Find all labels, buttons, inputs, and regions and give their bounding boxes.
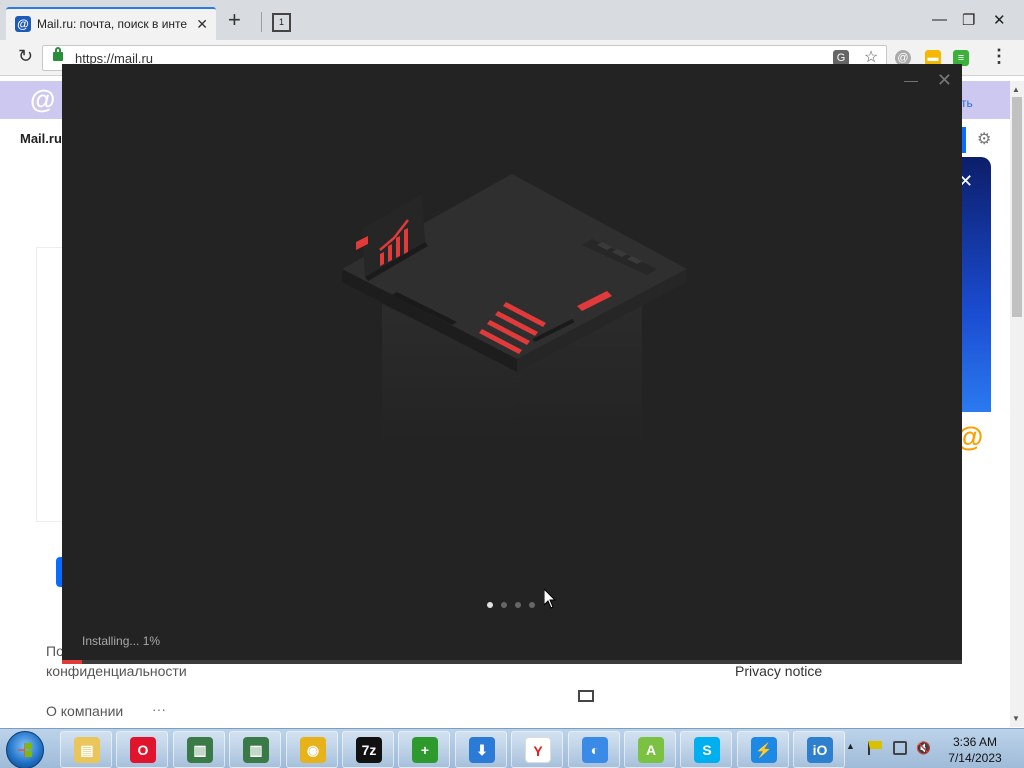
taskbar-button-chrome[interactable]: ◉: [286, 731, 338, 768]
taskbar-button-android[interactable]: A: [624, 731, 676, 768]
privacy-notice-link[interactable]: Privacy notice: [735, 663, 822, 679]
start-button[interactable]: [6, 731, 44, 768]
network-tray-icon[interactable]: [893, 741, 907, 755]
taskbar-button-skype[interactable]: S: [680, 731, 732, 768]
taskbar: ▤ O ▥ ▥ ◉ 7z + ⬇ Y ◐ A S ⚡ iO ▲ 🔇 3:36 AM 7/14/2023: [0, 728, 1024, 768]
file-explorer-icon: ▤: [74, 737, 100, 763]
page-brand-link[interactable]: Mail.ru: [20, 131, 62, 146]
chrome-icon: ◉: [300, 737, 326, 763]
scroll-down-arrow-icon[interactable]: ▼: [1012, 714, 1020, 723]
taskbar-button-yandex[interactable]: Y: [511, 731, 563, 768]
window-app-icon-2: ▥: [243, 737, 269, 763]
mail-logo-icon[interactable]: @: [30, 84, 55, 115]
window-minimize-button[interactable]: —: [932, 11, 947, 28]
scroll-up-arrow-icon[interactable]: ▲: [1012, 85, 1020, 94]
clock-time: 3:36 AM: [952, 735, 998, 749]
taskbar-button-add-app[interactable]: +: [398, 731, 450, 768]
tab-close-icon[interactable]: ✕: [196, 16, 208, 33]
taskbar-button-browser[interactable]: ◐: [568, 731, 620, 768]
reload-icon[interactable]: ↻: [18, 46, 33, 67]
mouse-cursor-icon: [544, 589, 556, 609]
browser-tab-strip: @ Mail.ru: почта, поиск в инте ✕ + 1 — ❐…: [0, 0, 1024, 40]
window-app-icon: ▥: [187, 737, 213, 763]
mail-favicon-icon: @: [15, 16, 31, 32]
window-close-button[interactable]: ✕: [993, 11, 1006, 29]
download-icon: ⬇: [469, 737, 495, 763]
install-progress-bar: [62, 660, 962, 664]
install-progress-fill: [62, 660, 82, 664]
page-settings-gear-icon[interactable]: ⚙: [977, 129, 991, 149]
slide-dot[interactable]: [529, 602, 535, 608]
qr-code-icon[interactable]: [578, 690, 594, 702]
volume-muted-tray-icon[interactable]: 🔇: [916, 741, 931, 755]
browser-tab[interactable]: @ Mail.ru: почта, поиск в инте ✕: [6, 7, 216, 40]
slide-dot[interactable]: [501, 602, 507, 608]
slide-dot[interactable]: [515, 602, 521, 608]
slide-pager: [487, 602, 535, 608]
bolt-icon: ⚡: [751, 737, 777, 763]
tab-separator: [261, 12, 262, 32]
installer-illustration: [342, 174, 687, 444]
taskbar-button-7zip[interactable]: 7z: [342, 731, 394, 768]
tray-expand-icon[interactable]: ▲: [846, 741, 855, 751]
tab-title: Mail.ru: почта, поиск в инте: [37, 17, 188, 31]
taskbar-button-window-app[interactable]: ▥: [173, 731, 225, 768]
new-tab-button[interactable]: +: [228, 9, 241, 31]
taskbar-clock[interactable]: 3:36 AM 7/14/2023: [935, 734, 1015, 766]
taskbar-button-window-app-icon-2[interactable]: ▥: [229, 731, 281, 768]
taskbar-button-file-explorer[interactable]: ▤: [60, 731, 112, 768]
taskbar-button-bolt[interactable]: ⚡: [737, 731, 789, 768]
lock-icon: [53, 47, 63, 61]
clock-date: 7/14/2023: [948, 751, 1002, 765]
page-scrollbar-thumb[interactable]: [1012, 97, 1022, 317]
iobit-icon: iO: [807, 737, 833, 763]
flag-tray-icon[interactable]: [868, 741, 882, 755]
footer-link-about[interactable]: О компании: [46, 703, 123, 719]
android-icon: A: [638, 737, 664, 763]
footer-more-icon[interactable]: ···: [152, 701, 166, 717]
taskbar-button-opera[interactable]: O: [116, 731, 168, 768]
tab-counter-button[interactable]: 1: [272, 13, 291, 32]
browser-menu-icon[interactable]: ⋮: [990, 46, 1008, 67]
page-promo-banner[interactable]: [962, 157, 991, 412]
skype-icon: S: [694, 737, 720, 763]
installer-minimize-button[interactable]: —: [904, 72, 918, 88]
installer-window: — ✕ Installing... 1%: [62, 64, 962, 664]
7zip-icon: 7z: [356, 737, 382, 763]
footer-link-privacy-2[interactable]: конфиденциальности: [46, 663, 187, 679]
taskbar-button-iobit[interactable]: iO: [793, 731, 845, 768]
browser-icon: ◐: [582, 737, 608, 763]
installer-close-button[interactable]: ✕: [937, 70, 952, 91]
install-status-text: Installing... 1%: [82, 634, 161, 648]
slide-dot[interactable]: [487, 602, 493, 608]
add-app-icon: +: [412, 737, 438, 763]
yandex-icon: Y: [525, 737, 551, 763]
window-restore-button[interactable]: ❐: [962, 11, 975, 29]
taskbar-button-download[interactable]: ⬇: [455, 731, 507, 768]
opera-icon: O: [130, 737, 156, 763]
